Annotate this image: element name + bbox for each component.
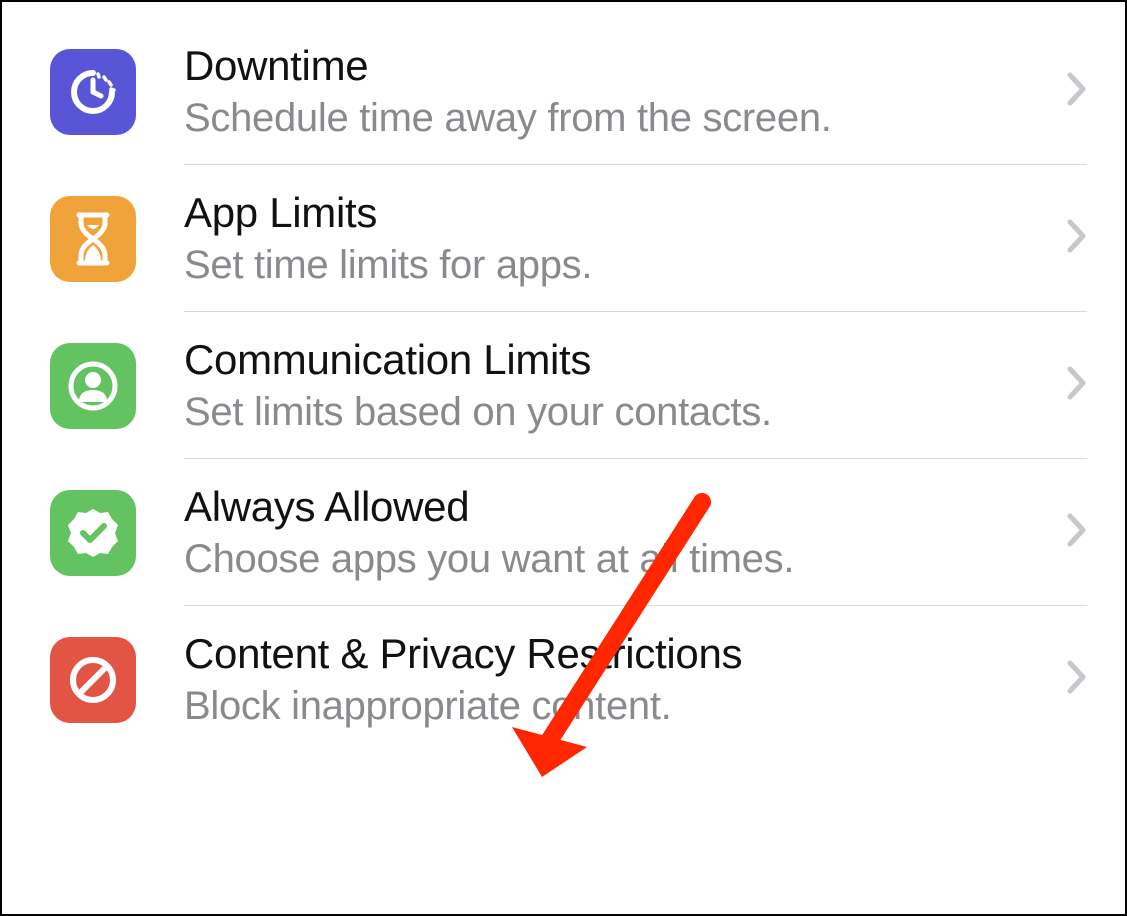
- row-text: Downtime Schedule time away from the scr…: [184, 42, 1051, 141]
- contact-icon: [50, 343, 136, 429]
- row-title: Content & Privacy Restrictions: [184, 630, 1051, 678]
- chevron-right-icon: [1067, 660, 1087, 699]
- row-subtitle: Schedule time away from the screen.: [184, 96, 1051, 141]
- prohibit-icon: [50, 637, 136, 723]
- row-title: Downtime: [184, 42, 1051, 90]
- hourglass-icon: [50, 196, 136, 282]
- downtime-icon: [50, 49, 136, 135]
- row-text: Always Allowed Choose apps you want at a…: [184, 483, 1051, 582]
- chevron-right-icon: [1067, 219, 1087, 258]
- row-subtitle: Choose apps you want at all times.: [184, 537, 1051, 582]
- row-subtitle: Block inappropriate content.: [184, 684, 1051, 729]
- row-title: Communication Limits: [184, 336, 1051, 384]
- row-subtitle: Set time limits for apps.: [184, 243, 1051, 288]
- row-title: App Limits: [184, 189, 1051, 237]
- chevron-right-icon: [1067, 72, 1087, 111]
- chevron-right-icon: [1067, 366, 1087, 405]
- row-text: Communication Limits Set limits based on…: [184, 336, 1051, 435]
- row-subtitle: Set limits based on your contacts.: [184, 390, 1051, 435]
- row-text: App Limits Set time limits for apps.: [184, 189, 1051, 288]
- verified-icon: [50, 490, 136, 576]
- row-content-privacy[interactable]: Content & Privacy Restrictions Block ina…: [2, 606, 1125, 753]
- row-downtime[interactable]: Downtime Schedule time away from the scr…: [2, 18, 1125, 165]
- chevron-right-icon: [1067, 513, 1087, 552]
- row-communication-limits[interactable]: Communication Limits Set limits based on…: [2, 312, 1125, 459]
- row-app-limits[interactable]: App Limits Set time limits for apps.: [2, 165, 1125, 312]
- row-title: Always Allowed: [184, 483, 1051, 531]
- settings-list: Downtime Schedule time away from the scr…: [2, 18, 1125, 753]
- row-text: Content & Privacy Restrictions Block ina…: [184, 630, 1051, 729]
- row-always-allowed[interactable]: Always Allowed Choose apps you want at a…: [2, 459, 1125, 606]
